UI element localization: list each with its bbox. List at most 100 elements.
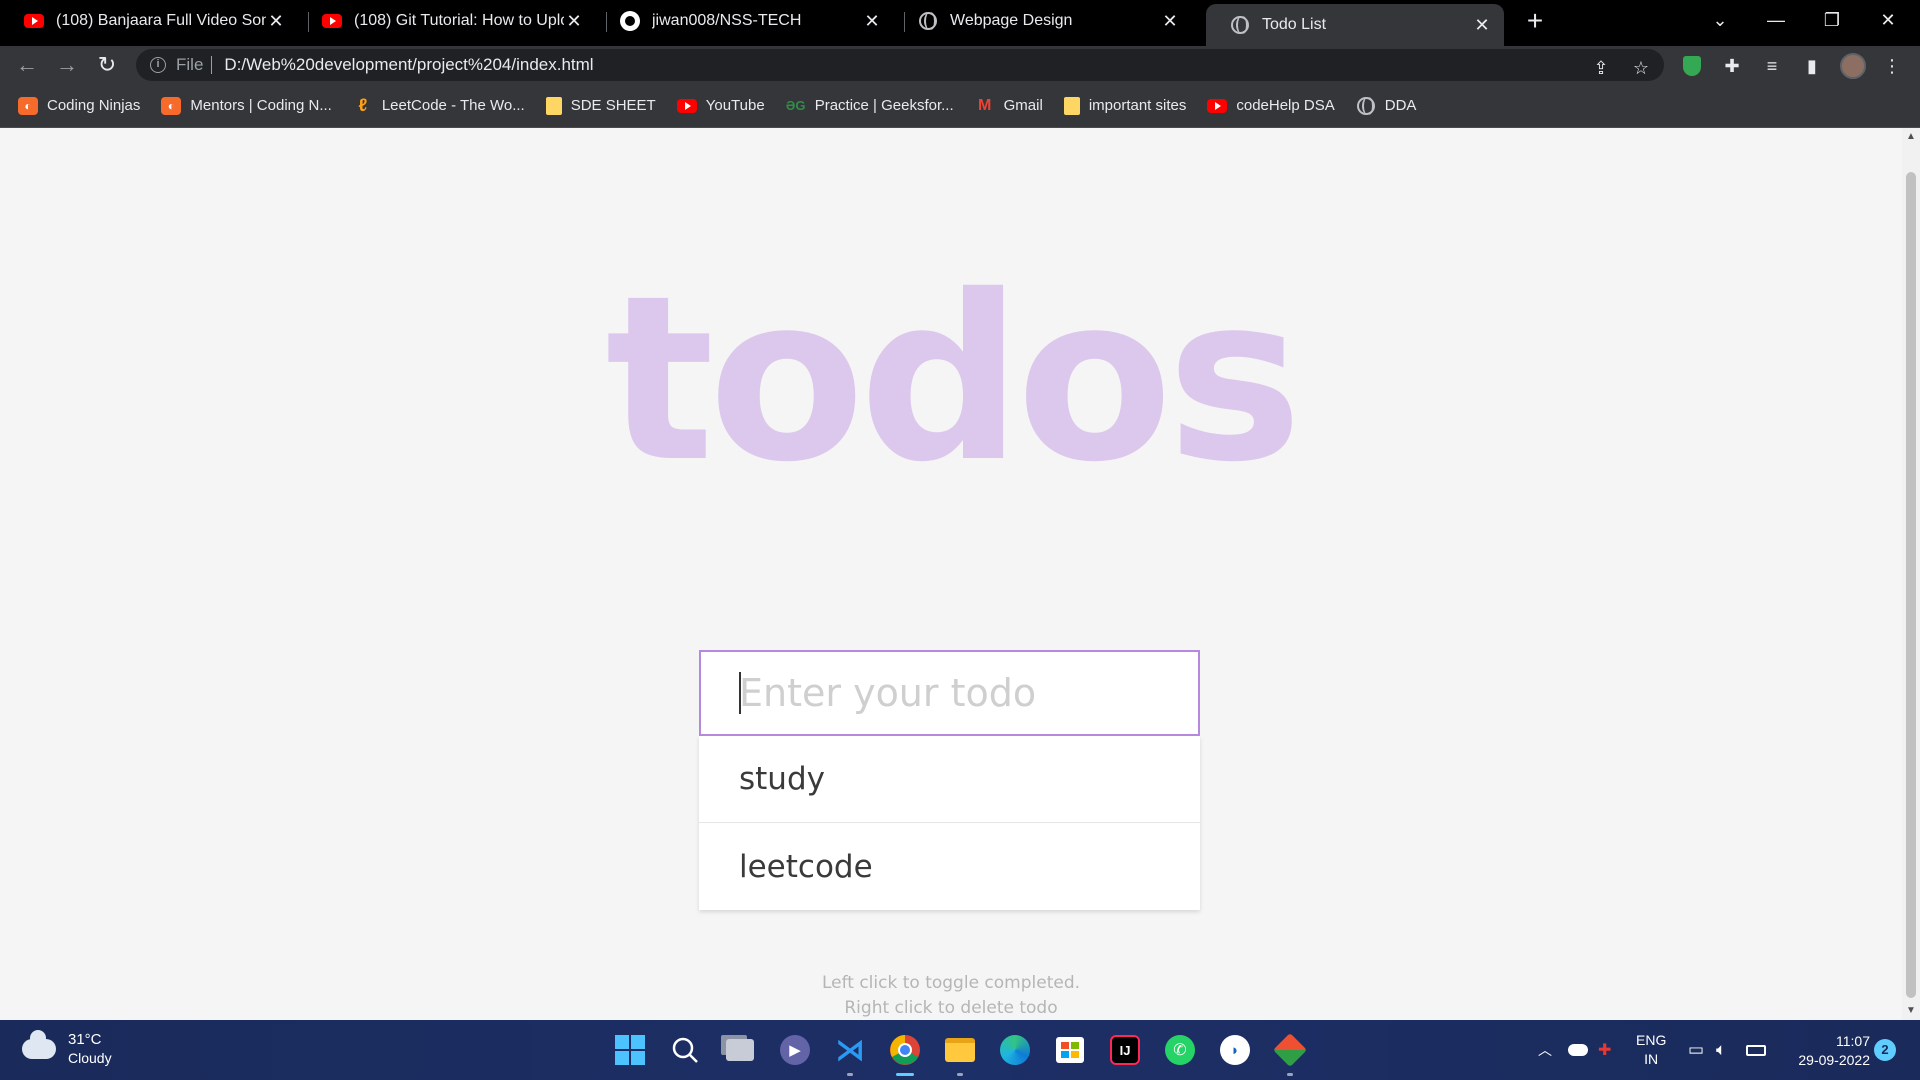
folder-icon — [545, 96, 562, 115]
page-scrollbar[interactable]: ▲ ▼ — [1902, 128, 1920, 1020]
app-title: todos — [605, 246, 1302, 512]
globe-icon — [918, 11, 938, 31]
bookmark-app-icon[interactable]: ◗ — [1215, 1030, 1255, 1070]
close-icon[interactable]: ✕ — [266, 11, 286, 32]
tab-title: (108) Banjaara Full Video Song | E — [56, 12, 266, 29]
hint-delete: Right click to delete todo — [844, 998, 1058, 1018]
task-view-icon[interactable] — [720, 1030, 760, 1070]
bookmark-label: codeHelp DSA — [1236, 97, 1335, 114]
bookmarks-bar: ◐ Coding Ninjas ◐ Mentors | Coding N... ℓL… — [0, 84, 1920, 128]
clock-date: 29-09-2022 — [1798, 1052, 1870, 1068]
whatsapp-icon[interactable]: ✆ — [1160, 1030, 1200, 1070]
bookmark-label: Coding Ninjas — [47, 97, 141, 114]
bookmark-geeksforgeeks[interactable]: ƏG Practice | Geeksfor... — [786, 97, 954, 115]
new-tab-button[interactable]: + — [1520, 6, 1550, 36]
folder-icon — [1063, 96, 1080, 115]
menu-kebab-icon[interactable]: ⋮ — [1880, 54, 1904, 78]
info-icon[interactable]: i — [150, 57, 166, 73]
close-icon[interactable]: ✕ — [564, 11, 584, 32]
network-icon[interactable]: ▭ — [1688, 1020, 1704, 1080]
bookmark-label: SDE SHEET — [570, 97, 656, 114]
bookmark-star-icon[interactable]: ☆ — [1628, 55, 1654, 81]
close-icon[interactable]: ✕ — [1472, 15, 1492, 36]
gmail-icon: M — [977, 96, 992, 114]
microsoft-store-icon[interactable] — [1050, 1030, 1090, 1070]
coding-ninjas-icon: ◐ — [18, 96, 38, 115]
youtube-icon — [24, 11, 44, 31]
vscode-icon[interactable]: ⋊ — [830, 1030, 870, 1076]
bookmark-label: Mentors | Coding N... — [190, 97, 332, 114]
back-arrow-icon[interactable]: ← — [12, 50, 42, 80]
tab-webpage-design[interactable]: Webpage Design ✕ — [894, 0, 1192, 42]
minimize-button[interactable]: — — [1748, 0, 1804, 40]
address-bar[interactable]: i File D:/Web%20development/project%204/… — [136, 49, 1664, 81]
bookmark-label: LeetCode - The Wo... — [381, 97, 525, 114]
bookmark-codehelp-dsa[interactable]: codeHelp DSA — [1207, 97, 1335, 115]
weather-temp: 31°C — [68, 1031, 102, 1048]
chrome-icon[interactable] — [885, 1030, 925, 1076]
restore-button[interactable]: ❐ — [1804, 0, 1860, 40]
tab-search-chevron-icon[interactable]: ⌄ — [1692, 0, 1748, 40]
git-icon[interactable] — [1270, 1030, 1310, 1076]
tab-title: jiwan008/NSS-TECH — [652, 12, 802, 29]
todo-item[interactable]: study — [699, 736, 1200, 823]
tab-github[interactable]: jiwan008/NSS-TECH ✕ — [596, 0, 894, 42]
browser-toolbar: ← → ↻ i File D:/Web%20development/projec… — [0, 46, 1920, 84]
tab-todo-list[interactable]: Todo List ✕ — [1206, 4, 1504, 46]
bookmark-gmail[interactable]: M Gmail — [975, 97, 1043, 115]
github-icon — [620, 11, 640, 31]
url-text[interactable]: D:/Web%20development/project%204/index.h… — [224, 55, 593, 75]
file-explorer-icon[interactable] — [940, 1030, 980, 1076]
close-icon[interactable]: ✕ — [862, 11, 882, 32]
profile-avatar[interactable] — [1840, 53, 1866, 79]
scroll-up-arrow-icon[interactable]: ▲ — [1902, 130, 1920, 144]
tray-overflow-chevron-icon[interactable]: ︿ — [1538, 1020, 1552, 1080]
notification-badge[interactable]: 2 — [1874, 1039, 1896, 1061]
tab-git-tutorial[interactable]: (108) Git Tutorial: How to Upload ✕ — [298, 0, 596, 42]
tab-banjaara[interactable]: (108) Banjaara Full Video Song | E ✕ — [0, 0, 298, 42]
tab-title: (108) Git Tutorial: How to Upload — [354, 12, 564, 29]
todo-app-page: todos study leetcode Left click to toggl… — [0, 128, 1902, 1020]
bookmark-leetcode[interactable]: ℓ LeetCode - The Wo... — [353, 95, 525, 115]
scroll-down-arrow-icon[interactable]: ▼ — [1902, 1004, 1920, 1018]
close-window-button[interactable]: ✕ — [1860, 0, 1916, 40]
search-icon[interactable] — [665, 1030, 705, 1070]
side-panel-icon[interactable]: ▮ — [1800, 54, 1824, 78]
edge-icon[interactable] — [995, 1030, 1035, 1070]
extensions-puzzle-icon[interactable]: ✚ — [1720, 54, 1744, 78]
forward-arrow-icon[interactable]: → — [52, 50, 82, 80]
reload-icon[interactable]: ↻ — [92, 50, 122, 80]
language-indicator[interactable]: ENG IN — [1636, 1020, 1666, 1080]
start-button[interactable] — [610, 1030, 650, 1070]
lang-top: ENG — [1636, 1032, 1667, 1048]
bookmark-youtube[interactable]: YouTube — [676, 97, 765, 115]
shield-extension-icon[interactable] — [1680, 54, 1704, 78]
bookmark-label: YouTube — [705, 97, 765, 114]
tab-strip: (108) Banjaara Full Video Song | E ✕ (10… — [0, 0, 1920, 46]
weather-widget[interactable]: 31°C Cloudy — [22, 1030, 112, 1068]
bookmark-dda[interactable]: DDA — [1356, 96, 1417, 115]
volume-icon[interactable]: 🔈︎ — [1716, 1020, 1726, 1080]
clock-time: 11:07 — [1836, 1033, 1870, 1049]
text-caret — [739, 672, 741, 714]
url-scheme: File — [176, 55, 204, 74]
share-icon[interactable]: ⇪ — [1588, 55, 1614, 81]
todo-item[interactable]: leetcode — [699, 823, 1200, 910]
system-clock[interactable]: 11:07 29-09-2022 — [1780, 1032, 1870, 1070]
bookmark-coding-ninjas[interactable]: ◐ Coding Ninjas — [18, 96, 141, 115]
youtube-icon — [322, 11, 342, 31]
coding-ninjas-icon: ◐ — [161, 96, 182, 115]
teams-chat-icon[interactable]: ▶ — [775, 1030, 815, 1070]
todo-input[interactable] — [699, 650, 1200, 736]
scroll-thumb[interactable] — [1906, 172, 1916, 998]
battery-icon[interactable] — [1746, 1020, 1766, 1080]
bookmark-important-sites[interactable]: important sites — [1063, 96, 1186, 115]
bookmark-sde-sheet[interactable]: SDE SHEET — [545, 96, 656, 115]
bookmark-mentors[interactable]: ◐ Mentors | Coding N... — [161, 96, 332, 115]
close-icon[interactable]: ✕ — [1160, 11, 1180, 32]
tray-app-icon[interactable]: ✚ — [1598, 1020, 1611, 1080]
media-queue-icon[interactable]: ≡ — [1760, 54, 1784, 78]
onedrive-cloud-icon[interactable] — [1568, 1020, 1588, 1080]
intellij-icon[interactable]: IJ — [1105, 1030, 1145, 1070]
bookmark-label: DDA — [1384, 97, 1417, 114]
